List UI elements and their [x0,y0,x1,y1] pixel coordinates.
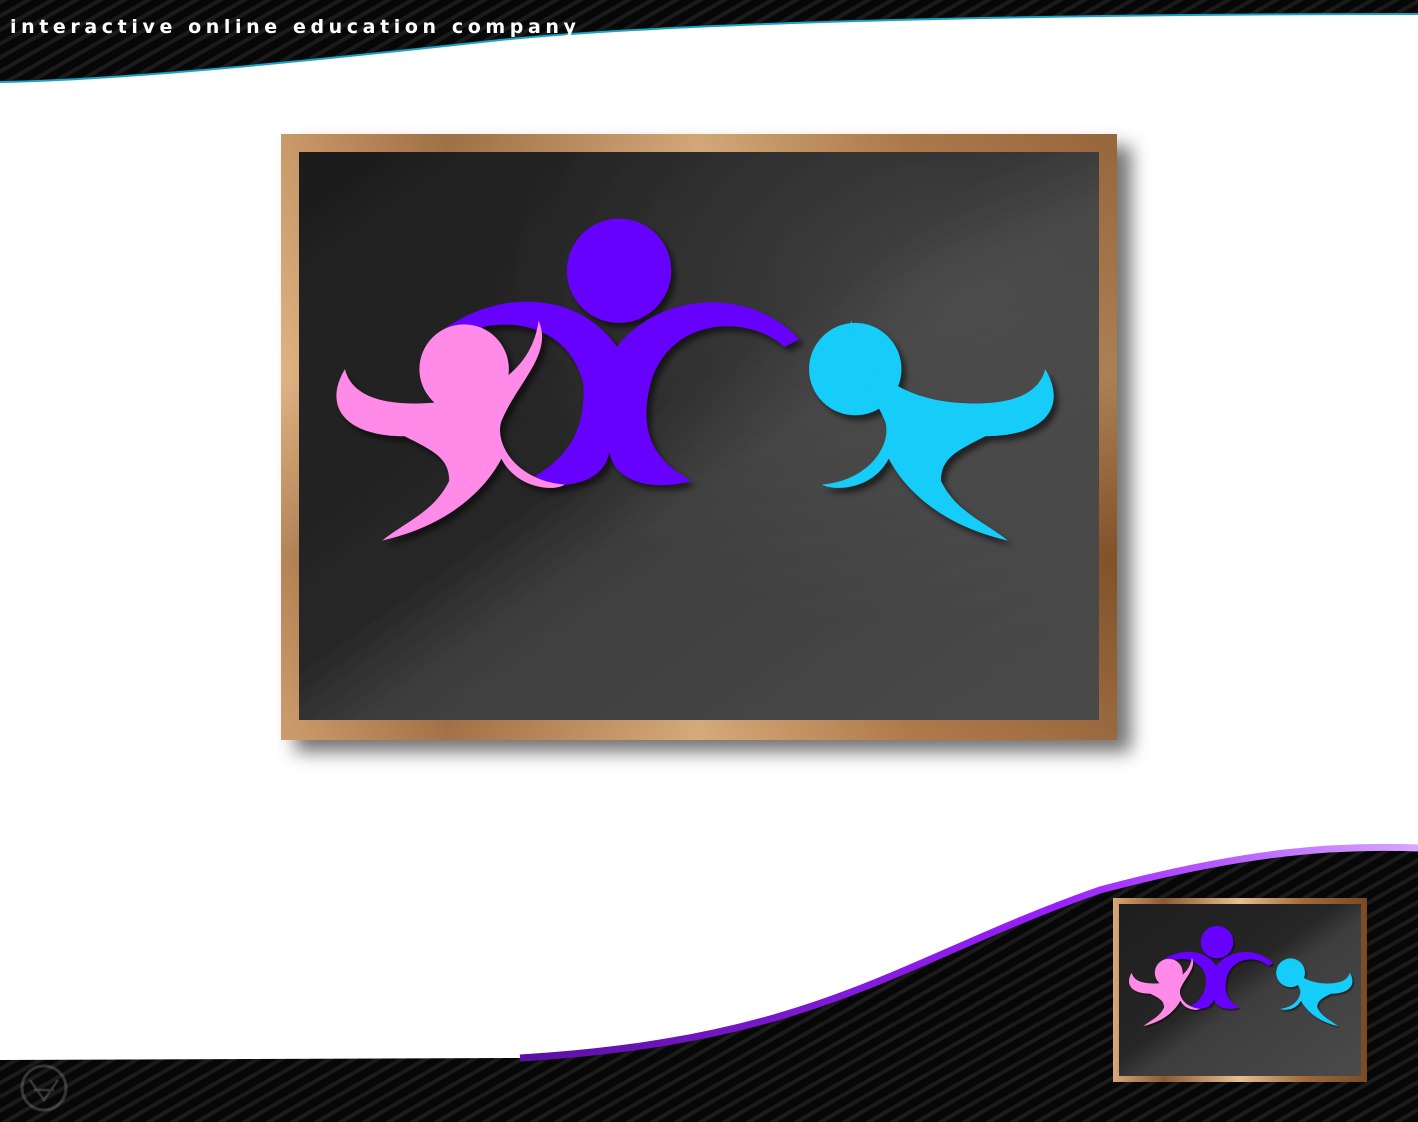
header-tagline: interactive online education company [10,16,581,38]
header-band [0,0,1418,83]
